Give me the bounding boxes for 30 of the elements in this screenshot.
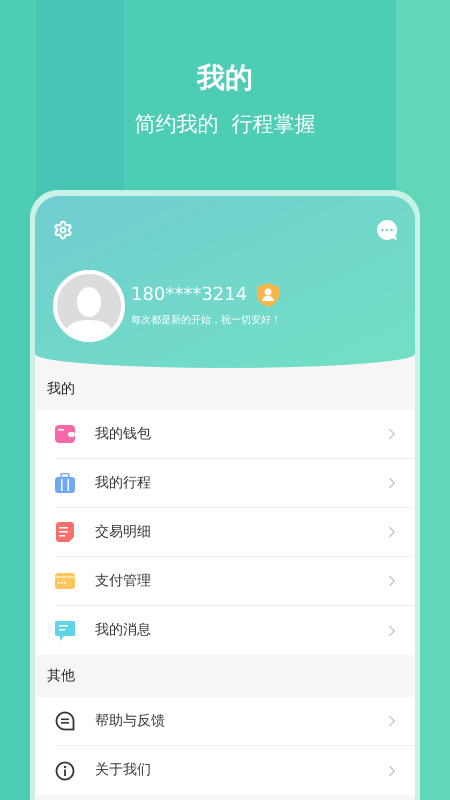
- menu-label: 支付管理: [95, 572, 152, 590]
- card-icon: [55, 573, 75, 589]
- menu-label: 帮助与反馈: [95, 712, 166, 730]
- menu-label: 交易明细: [95, 522, 152, 542]
- section-title: 其他: [47, 666, 75, 686]
- info-icon: [55, 760, 75, 780]
- motto-text: 每次都是新的开始，祝一切安好！: [131, 314, 281, 328]
- message-bubble-icon: [55, 711, 75, 731]
- settings-icon[interactable]: [53, 220, 73, 240]
- menu-label: 我的钱包: [95, 424, 152, 444]
- wallet-icon: [55, 425, 75, 443]
- menu-label: 我的行程: [95, 474, 152, 492]
- phone-number: 180****3214: [131, 283, 248, 307]
- promo-title: 我的: [197, 60, 253, 96]
- menu-item[interactable]: 我的行程: [55, 459, 415, 508]
- menu-item[interactable]: 我的钱包: [55, 410, 415, 459]
- menu-label: 关于我们: [95, 761, 152, 780]
- document-icon: [56, 522, 74, 542]
- menu-item[interactable]: 支付管理: [55, 557, 415, 606]
- promo-subtitle: 简约我的 行程掌握: [134, 111, 316, 138]
- section-title: 我的: [47, 380, 75, 398]
- menu-item[interactable]: 交易明细: [55, 508, 415, 557]
- menu-item[interactable]: 关于我们: [55, 746, 415, 795]
- message-icon: [55, 620, 75, 640]
- menu-item[interactable]: 我的消息: [55, 606, 415, 655]
- menu-label: 我的消息: [95, 621, 152, 640]
- shield-badge-icon: [257, 283, 280, 307]
- menu-item[interactable]: 帮助与反馈: [55, 697, 415, 746]
- suitcase-icon: [55, 473, 75, 493]
- chat-bubble-icon[interactable]: [377, 220, 397, 240]
